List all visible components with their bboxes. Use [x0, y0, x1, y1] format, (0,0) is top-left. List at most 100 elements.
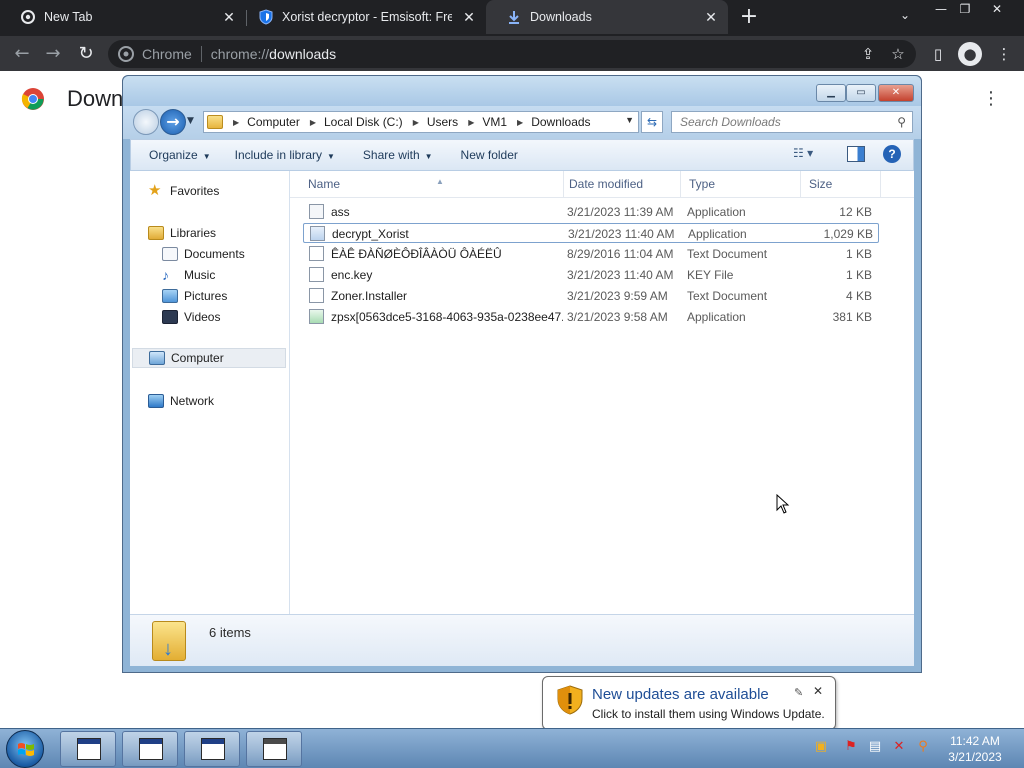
nav-libraries[interactable]: Libraries [148, 223, 216, 243]
explorer-minimize-icon[interactable]: ▁ [816, 84, 846, 102]
taskbar-app-button[interactable] [60, 731, 116, 767]
breadcrumb-computer[interactable]: Computer [247, 115, 300, 129]
search-tray-icon[interactable]: ⚲ [914, 738, 932, 756]
back-arrow-icon[interactable]: ← [10, 42, 34, 66]
taskbar-app-button[interactable] [122, 731, 178, 767]
preview-pane-icon[interactable] [847, 146, 865, 162]
reload-icon[interactable]: ↻ [74, 42, 98, 66]
command-bar: Organize ▼ Include in library ▼ Share with… [130, 139, 914, 171]
breadcrumb-arrow-icon[interactable]: ▶ [413, 118, 419, 127]
explorer-address-bar[interactable]: ▶ Computer ▶ Local Disk (C:) ▶ Users ▶ V… [203, 111, 639, 133]
site-label: Chrome [142, 46, 192, 62]
folder-icon [207, 115, 223, 129]
navigation-pane: ★ Favorites Libraries Documents ♪ Music … [130, 171, 290, 614]
notification-close-icon[interactable]: ✕ [813, 684, 823, 698]
taskbar-app-button[interactable] [184, 731, 240, 767]
file-row[interactable]: ÊÀÊ ÐÀÑØÈÔÐÎÂÀÒÜ ÔÀÉËÛ 8/29/2016 11:04 A… [303, 244, 879, 264]
explorer-title-bar[interactable] [123, 76, 921, 106]
clock[interactable]: 11:42 AM 3/21/2023 [940, 733, 1010, 765]
update-notification[interactable]: New updates are available Click to insta… [542, 676, 836, 743]
page-title: Down [67, 86, 124, 111]
search-input[interactable]: Search Downloads ⚲ [671, 111, 913, 133]
column-header-name[interactable]: ▲ Name [300, 171, 564, 197]
recent-pages-chevron-icon[interactable]: ▼ [187, 116, 197, 126]
explorer-forward-icon[interactable]: → [160, 109, 186, 135]
tab-close-icon[interactable]: ✕ [462, 10, 476, 24]
new-tab-button[interactable]: + [738, 6, 760, 28]
breadcrumb-arrow-icon[interactable]: ▶ [233, 118, 239, 127]
breadcrumb-arrow-icon[interactable]: ▶ [517, 118, 523, 127]
change-view-icon[interactable]: ☷ ▾ [793, 146, 813, 160]
help-icon[interactable]: ? [883, 145, 901, 163]
address-dropdown-icon[interactable]: ▼ [625, 115, 634, 125]
network-tray-icon[interactable]: ▤ [866, 738, 884, 756]
new-folder-button[interactable]: New folder [461, 148, 518, 162]
tab-search-chevron-icon[interactable]: ⌄ [896, 8, 914, 26]
nav-videos[interactable]: Videos [162, 307, 220, 327]
breadcrumb-arrow-icon[interactable]: ▶ [468, 118, 474, 127]
column-header-size[interactable]: Size [801, 171, 881, 197]
tab-title: Xorist decryptor - Emsisoft: Free [282, 10, 452, 24]
profile-avatar-icon[interactable]: ● [958, 42, 982, 66]
file-row[interactable]: zpsx[0563dce5-3168-4063-935a-0238ee47...… [303, 307, 879, 327]
app-window-icon [77, 738, 101, 760]
organize-button[interactable]: Organize ▼ [149, 148, 211, 162]
text-document-icon [309, 288, 324, 303]
tab-downloads[interactable]: Downloads ✕ [486, 0, 728, 34]
refresh-icon[interactable]: ⇆ [641, 111, 663, 133]
file-row[interactable]: decrypt_Xorist 3/21/2023 11:40 AM Applic… [303, 223, 879, 243]
breadcrumb-local-disk[interactable]: Local Disk (C:) [324, 115, 403, 129]
nav-favorites[interactable]: ★ Favorites [148, 181, 219, 201]
nav-pictures[interactable]: Pictures [162, 286, 227, 306]
text-document-icon [309, 246, 324, 261]
forward-arrow-icon[interactable]: → [41, 42, 65, 66]
tab-xorist-decryptor[interactable]: Xorist decryptor - Emsisoft: Free ✕ [238, 0, 486, 34]
column-header-type[interactable]: Type [681, 171, 801, 197]
tab-title: Downloads [530, 10, 592, 24]
tab-new-tab[interactable]: New Tab ✕ [0, 0, 246, 34]
file-row[interactable]: ass 3/21/2023 11:39 AM Application 12 KB [303, 202, 879, 222]
explorer-back-icon[interactable] [133, 109, 159, 135]
file-row[interactable]: Zoner.Installer 3/21/2023 9:59 AM Text D… [303, 286, 879, 306]
address-bar[interactable]: Chrome chrome://downloads [108, 40, 916, 68]
explorer-close-icon[interactable]: ✕ [878, 84, 914, 102]
tab-close-icon[interactable]: ✕ [222, 10, 236, 24]
breadcrumb-vm1[interactable]: VM1 [482, 115, 507, 129]
file-list-pane: ▲ Name Date modified Type Size ass 3/21/… [290, 171, 914, 614]
restore-icon[interactable]: ❐ [950, 0, 980, 18]
side-panel-icon[interactable]: ▯ [928, 44, 948, 64]
breadcrumb-downloads[interactable]: Downloads [531, 115, 590, 129]
taskbar-app-button[interactable] [246, 731, 302, 767]
search-icon[interactable]: ⚲ [897, 112, 906, 132]
blank-file-icon [309, 267, 324, 282]
header-divider [290, 197, 914, 198]
nav-network[interactable]: Network [148, 391, 214, 411]
nav-music[interactable]: ♪ Music [162, 265, 215, 285]
pin-icon[interactable]: ✎ [794, 686, 803, 699]
download-icon [506, 9, 522, 25]
breadcrumb-arrow-icon[interactable]: ▶ [310, 118, 316, 127]
star-icon: ★ [148, 182, 162, 199]
column-header-date[interactable]: Date modified [561, 171, 681, 197]
action-center-flag-icon[interactable]: ⚑ [842, 738, 860, 756]
browser-menu-icon[interactable]: ⋮ [994, 44, 1014, 64]
windows-update-tray-icon[interactable]: ▣ [812, 738, 830, 756]
share-with-button[interactable]: Share with ▼ [363, 148, 433, 162]
mouse-cursor-icon [776, 494, 790, 514]
tab-close-icon[interactable]: ✕ [704, 10, 718, 24]
explorer-maximize-icon[interactable]: ▭ [846, 84, 876, 102]
bookmark-star-icon[interactable]: ☆ [888, 44, 908, 64]
start-button[interactable] [6, 730, 44, 768]
sort-ascending-icon: ▲ [436, 177, 444, 186]
nav-computer[interactable]: Computer [132, 348, 286, 368]
nav-documents[interactable]: Documents [162, 244, 245, 264]
page-menu-icon[interactable]: ⋮ [982, 88, 1000, 110]
clock-time: 11:42 AM [950, 734, 1000, 748]
breadcrumb-users[interactable]: Users [427, 115, 458, 129]
share-icon[interactable]: ⇪ [858, 44, 878, 64]
volume-muted-icon[interactable]: ✕ [890, 738, 908, 756]
window-close-icon[interactable]: ✕ [982, 0, 1012, 18]
music-note-icon: ♪ [162, 267, 169, 283]
include-in-library-button[interactable]: Include in library ▼ [235, 148, 335, 162]
file-row[interactable]: enc.key 3/21/2023 11:40 AM KEY File 1 KB [303, 265, 879, 285]
